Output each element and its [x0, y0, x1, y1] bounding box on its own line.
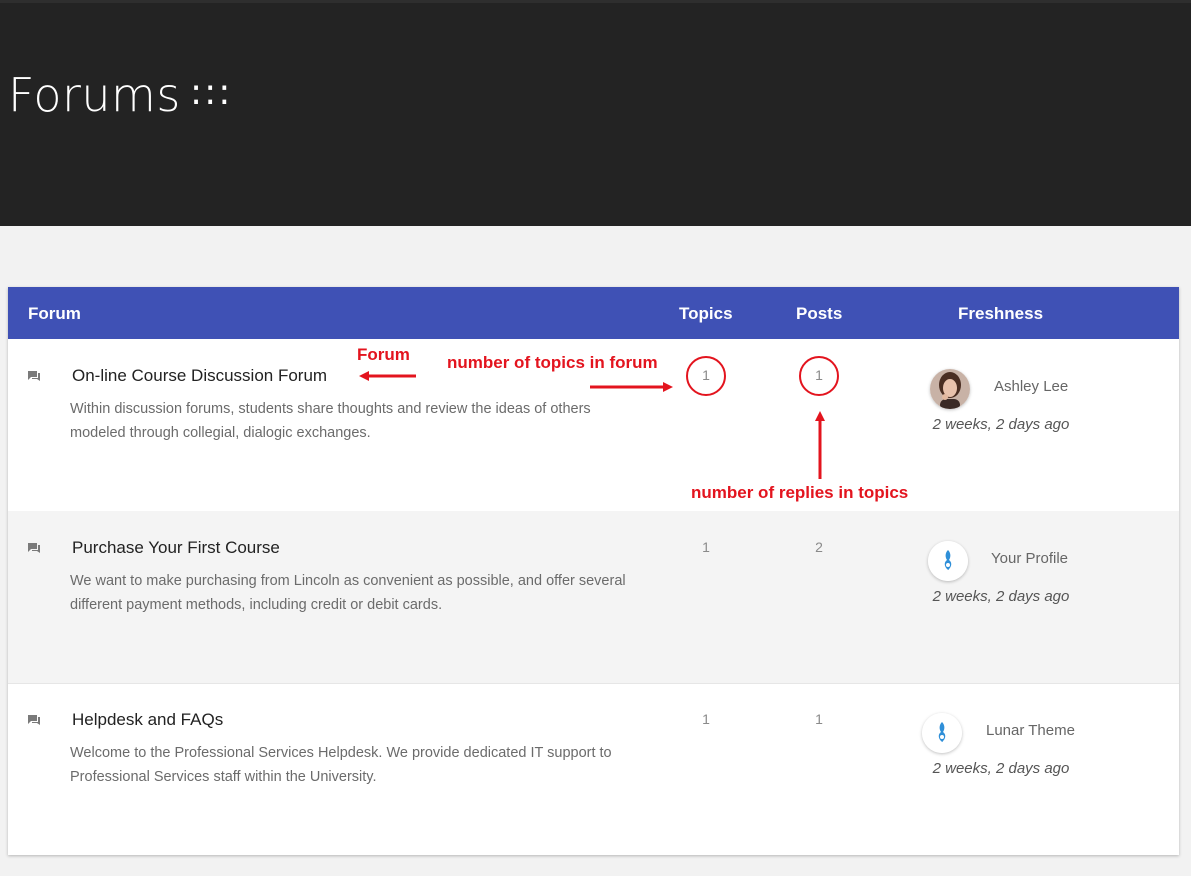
annotation-arrows — [359, 371, 825, 479]
